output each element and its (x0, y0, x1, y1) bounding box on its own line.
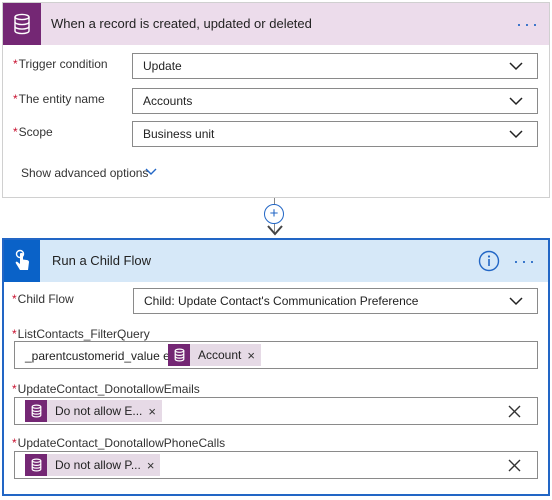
info-icon[interactable] (478, 250, 500, 272)
show-advanced-options-link[interactable]: Show advanced options (21, 166, 148, 180)
trigger-header[interactable]: When a record is created, updated or del… (3, 3, 549, 45)
entity-name-select[interactable]: Accounts (132, 88, 538, 114)
emails-token-label: Do not allow E... (55, 404, 143, 418)
chevron-down-icon (509, 62, 523, 71)
entity-name-value: Accounts (143, 94, 193, 108)
close-icon[interactable] (508, 405, 521, 418)
close-icon[interactable]: × (247, 348, 261, 363)
filter-query-label: *ListContacts_FilterQuery (12, 327, 150, 341)
account-token[interactable]: Account × (168, 344, 261, 366)
scope-select[interactable]: Business unit (132, 121, 538, 147)
database-icon (25, 400, 47, 422)
account-token-label: Account (198, 348, 242, 362)
database-icon (168, 344, 190, 366)
child-flow-select[interactable]: Child: Update Contact's Communication Pr… (133, 288, 538, 314)
arrow-down-icon (267, 225, 283, 236)
emails-token[interactable]: Do not allow E... × (25, 400, 162, 422)
emails-label: *UpdateContact_DonotallowEmails (12, 382, 200, 396)
touch-hand-icon (4, 240, 40, 282)
close-icon[interactable]: × (148, 404, 162, 419)
phone-calls-label: *UpdateContact_DonotallowPhoneCalls (12, 436, 226, 450)
database-icon (25, 454, 47, 476)
action-more-button[interactable]: ··· (512, 240, 538, 282)
database-icon (3, 3, 41, 45)
chevron-down-icon (509, 97, 523, 106)
scope-label: *Scope (13, 125, 53, 139)
entity-name-label: *The entity name (13, 92, 105, 106)
close-icon[interactable] (508, 459, 521, 472)
scope-value: Business unit (143, 127, 215, 141)
chevron-down-icon[interactable] (145, 168, 157, 176)
filter-query-text: _parentcustomerid_value eq (25, 349, 177, 363)
trigger-condition-label: *Trigger condition (13, 57, 108, 71)
emails-input[interactable]: Do not allow E... × (14, 397, 538, 425)
chevron-down-icon (509, 297, 523, 306)
phone-calls-token[interactable]: Do not allow P... × (25, 454, 161, 476)
action-header[interactable]: Run a Child Flow ··· (4, 240, 548, 282)
trigger-title: When a record is created, updated or del… (51, 16, 312, 31)
close-icon[interactable]: × (147, 458, 161, 473)
filter-query-input[interactable]: _parentcustomerid_value eq Account × (14, 341, 538, 369)
chevron-down-icon (509, 130, 523, 139)
action-title: Run a Child Flow (52, 253, 151, 268)
phone-calls-token-label: Do not allow P... (55, 458, 141, 472)
trigger-condition-value: Update (143, 59, 182, 73)
plus-icon[interactable]: + (264, 204, 284, 224)
child-flow-value: Child: Update Contact's Communication Pr… (144, 294, 419, 308)
child-flow-label: *Child Flow (12, 292, 74, 306)
action-card: Run a Child Flow ··· *Child Flow Child: … (2, 238, 550, 496)
trigger-card: When a record is created, updated or del… (2, 2, 550, 198)
trigger-condition-select[interactable]: Update (132, 53, 538, 79)
phone-calls-input[interactable]: Do not allow P... × (14, 451, 538, 479)
trigger-more-button[interactable]: ··· (515, 3, 541, 45)
